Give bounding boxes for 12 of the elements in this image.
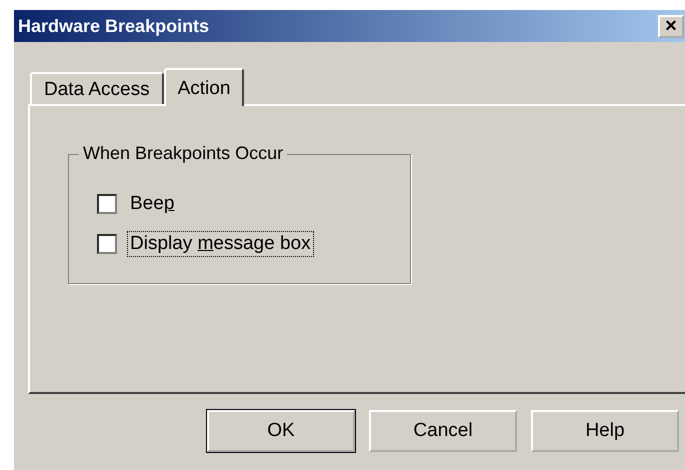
checkbox-label[interactable]: Beep	[127, 191, 178, 217]
window-title: Hardware Breakpoints	[18, 16, 210, 36]
tab[interactable]: Data Access	[30, 72, 164, 104]
dialog-button[interactable]: Cancel	[369, 410, 517, 452]
group-title: When Breakpoints Occur	[79, 143, 288, 164]
close-button[interactable]: ×	[658, 14, 684, 38]
checkbox-label[interactable]: Display message box	[127, 231, 314, 257]
dialog-button[interactable]: OK	[207, 410, 355, 452]
dialog-button[interactable]: Help	[531, 410, 679, 452]
checkbox[interactable]	[97, 194, 117, 214]
checkbox[interactable]	[97, 234, 117, 254]
tab[interactable]: Action	[164, 68, 244, 106]
